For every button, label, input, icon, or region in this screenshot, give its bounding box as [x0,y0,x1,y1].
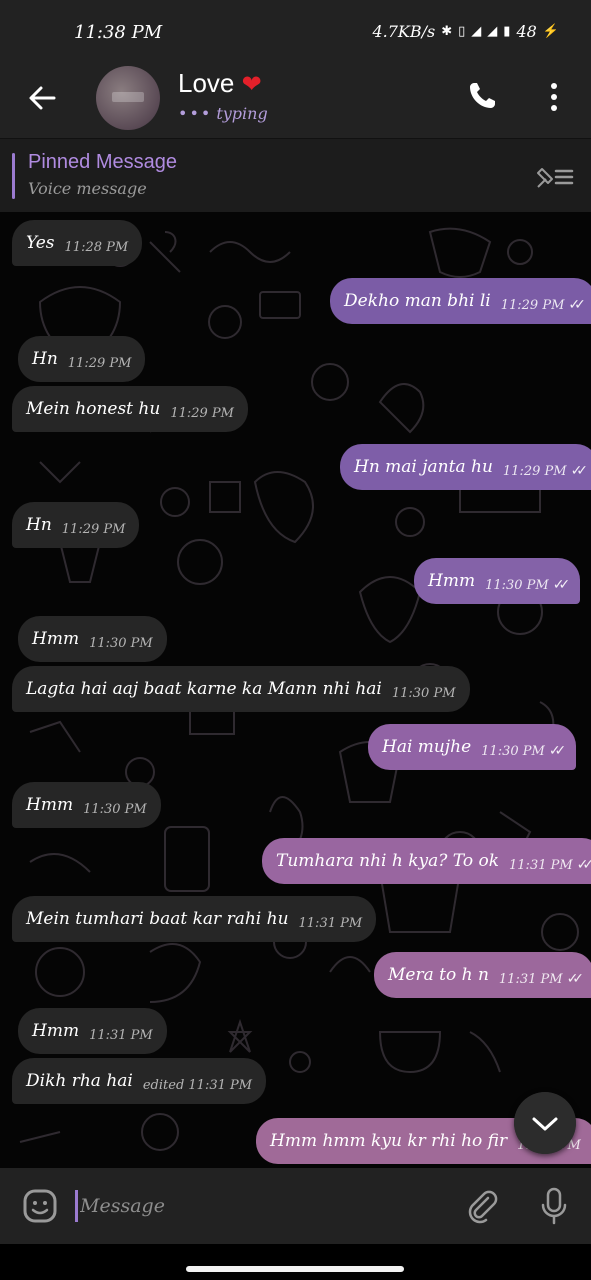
message-bubble[interactable]: Hn 11:29 PM [18,336,146,382]
heart-icon: ❤ [241,71,262,98]
message-bubble[interactable]: Lagta hai aaj baat karne ka Mann nhi hai… [12,666,470,712]
chat-title-text: Love [178,68,235,98]
message-bubble[interactable]: Hn mai janta hu 11:29 PM ✓✓ [340,444,591,490]
unpin-icon[interactable] [534,163,574,191]
avatar[interactable] [96,66,160,130]
message-bubble[interactable]: Hmm 11:31 PM [18,1008,167,1054]
charging-icon: ⚡ [542,24,559,39]
paperclip-icon[interactable] [464,1188,500,1224]
message-bubble[interactable]: Dikh rha hai edited 11:31 PM [12,1058,267,1104]
status-time: 11:38 PM [74,22,163,43]
chat-area[interactable]: Yes 11:28 PM Dekho man bhi li 11:29 PM ✓… [0,212,591,1168]
double-check-icon: ✓✓ [566,971,585,987]
pinned-title: Pinned Message [28,151,177,173]
double-check-icon: ✓✓ [570,463,589,479]
pinned-message[interactable]: Pinned Message Voice message [0,138,591,212]
battery-level: 48 [516,22,537,41]
chevron-down-icon[interactable] [514,1092,576,1154]
message-bubble[interactable]: Mein honest hu 11:29 PM [12,386,248,432]
vibrate-icon: ▯ [458,24,466,39]
typing-status: ••• typing [178,104,268,123]
status-icons: 4.7KB/s ✱ ▯ ◢ ◢ ▮ 48 ⚡ [372,22,559,41]
message-bubble[interactable]: Hai mujhe 11:30 PM ✓✓ [368,724,577,770]
double-check-icon: ✓✓ [552,577,571,593]
signal-icon: ◢ [471,24,482,39]
message-bubble[interactable]: Hmm 11:30 PM ✓✓ [414,558,581,604]
message-bubble[interactable]: Tumhara nhi h kya? To ok 11:31 PM ✓✓ [262,838,591,884]
network-speed: 4.7KB/s [372,22,436,41]
message-bubble[interactable]: Yes 11:28 PM [12,220,143,266]
phone-icon[interactable] [466,80,498,112]
chat-title[interactable]: Love ❤ [178,68,262,99]
emoji-icon[interactable] [22,1188,58,1224]
status-bar: 11:38 PM 4.7KB/s ✱ ▯ ◢ ◢ ▮ 48 ⚡ [0,0,591,62]
bluetooth-icon: ✱ [441,24,453,39]
message-bubble[interactable]: Hn 11:29 PM [12,502,140,548]
message-bubble[interactable]: Hmm 11:30 PM [12,782,161,828]
pinned-subtitle: Voice message [28,179,147,198]
microphone-icon[interactable] [538,1186,570,1226]
arrow-left-icon[interactable] [22,78,62,118]
more-vertical-icon[interactable] [540,80,568,114]
message-bubble[interactable]: Mein tumhari baat kar rahi hu 11:31 PM [12,896,377,942]
message-composer [0,1168,591,1244]
chat-header: Love ❤ ••• typing [0,62,591,138]
signal-icon-2: ◢ [487,24,498,39]
message-input[interactable] [80,1188,440,1224]
system-nav-area [0,1244,591,1280]
home-indicator[interactable] [186,1266,404,1272]
double-check-icon: ✓✓ [576,857,591,873]
pinned-indicator [12,153,15,199]
typing-dots-icon: ••• [178,104,213,123]
double-check-icon: ✓✓ [568,297,586,313]
message-bubble[interactable]: Mera to h n 11:31 PM ✓✓ [374,952,591,998]
double-check-icon: ✓✓ [548,743,567,759]
message-bubble[interactable]: Hmm 11:30 PM [18,616,167,662]
text-cursor [75,1190,78,1222]
battery-icon: ▮ [503,24,511,39]
message-bubble[interactable]: Dekho man bhi li 11:29 PM ✓✓ [330,278,591,324]
